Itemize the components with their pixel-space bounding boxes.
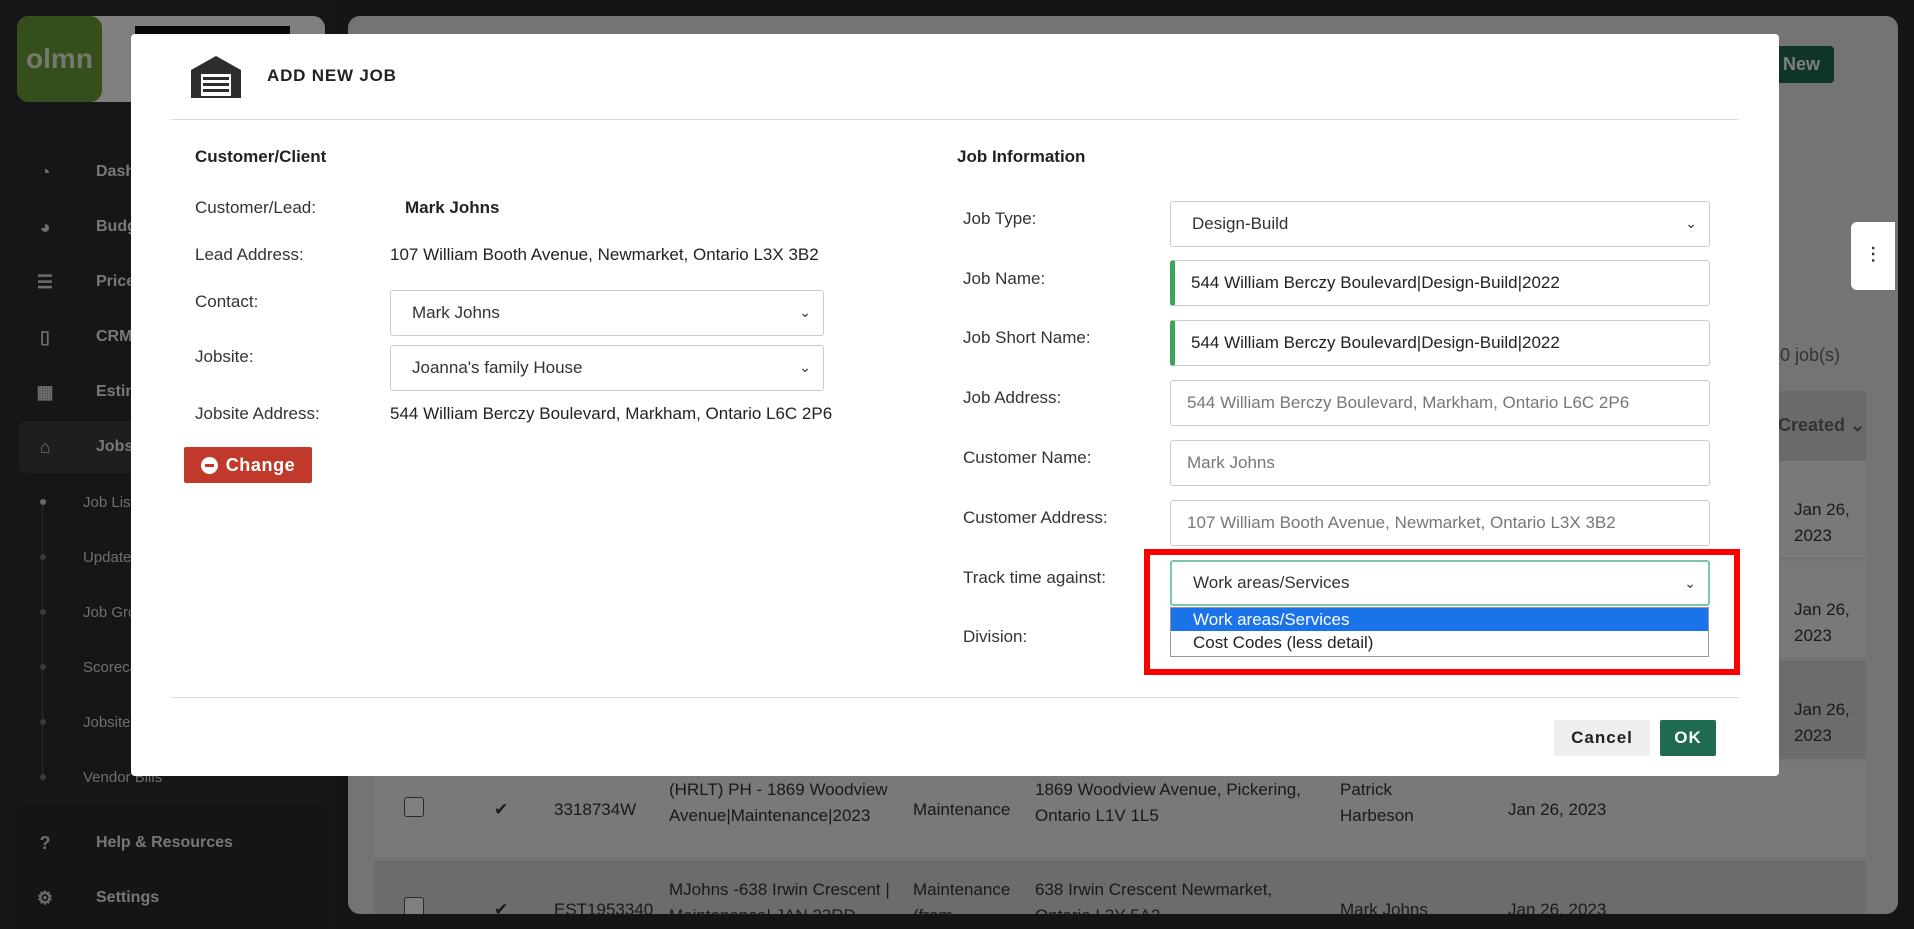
job-type-select[interactable]: Design-Build ⌄ (1170, 201, 1710, 247)
customer-name-value: Mark Johns (1187, 453, 1275, 472)
chevron-down-icon: ⌄ (799, 304, 811, 320)
contact-select[interactable]: Mark Johns ⌄ (390, 290, 824, 336)
customer-address-input[interactable]: 107 William Booth Avenue, Newmarket, Ont… (1170, 500, 1710, 546)
division-label: Division: (963, 627, 1028, 646)
customer-lead-value: Mark Johns (405, 198, 500, 217)
jobsite-label: Jobsite: (195, 347, 254, 366)
modal-title: ADD NEW JOB (267, 66, 397, 85)
customer-section-title: Customer/Client (195, 147, 327, 166)
job-name-input[interactable]: 544 William Berczy Boulevard|Design-Buil… (1170, 260, 1710, 306)
job-info-section-title: Job Information (957, 147, 1086, 166)
job-name-label: Job Name: (963, 269, 1046, 288)
chevron-down-icon: ⌄ (799, 359, 811, 375)
ok-button[interactable]: OK (1660, 720, 1716, 756)
modal-header: ADD NEW JOB (171, 34, 1739, 120)
jobsite-select[interactable]: Joanna's family House ⌄ (390, 345, 824, 391)
jobsite-address-value: 544 William Berczy Boulevard, Markham, O… (390, 404, 833, 423)
customer-name-input[interactable]: Mark Johns (1170, 440, 1710, 486)
chevron-down-icon: ⌄ (1850, 415, 1866, 435)
track-time-label: Track time against: (963, 568, 1106, 587)
change-button-label: Change (225, 454, 296, 475)
customer-lead-label: Customer/Lead: (195, 198, 316, 217)
filter-sliders-icon[interactable]: ⫶ (1851, 222, 1895, 290)
contact-select-value: Mark Johns (412, 303, 500, 322)
column-created-label: Created (1778, 415, 1846, 435)
job-type-select-value: Design-Build (1192, 214, 1289, 233)
garage-icon (191, 56, 241, 98)
job-name-value: 544 William Berczy Boulevard|Design-Buil… (1191, 273, 1560, 292)
lead-address-label: Lead Address: (195, 245, 304, 264)
customer-address-label: Customer Address: (963, 508, 1108, 527)
cancel-button[interactable]: Cancel (1554, 720, 1650, 756)
job-type-label: Job Type: (963, 209, 1037, 228)
chevron-down-icon: ⌄ (1685, 215, 1697, 231)
jobsite-select-value: Joanna's family House (412, 358, 583, 377)
column-created[interactable]: Created ⌄ (1778, 415, 1865, 436)
lead-address-value: 107 William Booth Avenue, Newmarket, Ont… (390, 245, 819, 264)
customer-address-value: 107 William Booth Avenue, Newmarket, Ont… (1187, 513, 1616, 532)
job-address-value: 544 William Berczy Boulevard, Markham, O… (1187, 393, 1630, 412)
change-button[interactable]: Change (184, 447, 312, 483)
job-short-name-input[interactable]: 544 William Berczy Boulevard|Design-Buil… (1170, 320, 1710, 366)
minus-circle-icon (200, 456, 218, 474)
annotation-highlight-box (1144, 549, 1740, 675)
job-address-label: Job Address: (963, 388, 1062, 407)
customer-name-label: Customer Name: (963, 448, 1092, 467)
job-address-input[interactable]: 544 William Berczy Boulevard, Markham, O… (1170, 380, 1710, 426)
job-short-name-value: 544 William Berczy Boulevard|Design-Buil… (1191, 333, 1560, 352)
modal-footer-divider (171, 697, 1739, 698)
job-short-name-label: Job Short Name: (963, 328, 1091, 347)
jobsite-address-label: Jobsite Address: (195, 404, 320, 423)
contact-label: Contact: (195, 292, 259, 311)
